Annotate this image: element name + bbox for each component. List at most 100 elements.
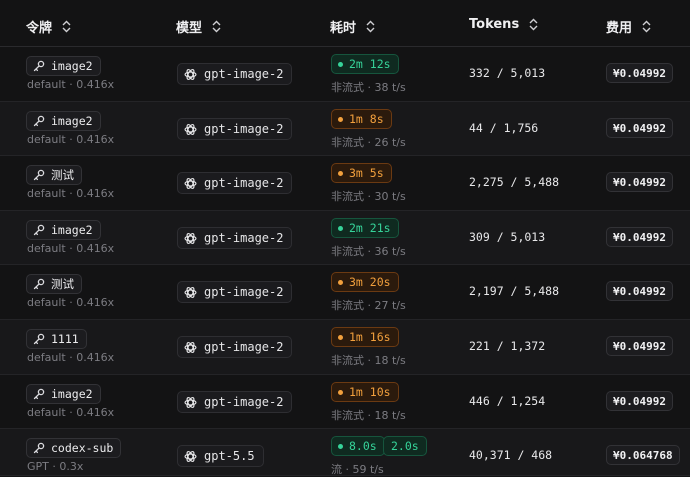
token-name: 1111 xyxy=(51,332,79,346)
cost-chip: ¥0.04992 xyxy=(606,281,673,301)
table-row[interactable]: image2 default · 0.416x gpt-image-2 1m 8s 非流… xyxy=(0,102,690,156)
model-chip[interactable]: gpt-image-2 xyxy=(177,63,293,85)
column-header-token-label: 令牌 xyxy=(26,21,53,36)
table-row[interactable]: 测试 default · 0.416x gpt-image-2 3m 20s 非流式 ·… xyxy=(0,265,690,320)
key-icon xyxy=(33,388,45,400)
tokens-value: 40,371 / 468 xyxy=(469,448,553,462)
token-name: 测试 xyxy=(51,277,74,291)
key-icon xyxy=(33,60,45,72)
first-token-badge: 2.0s xyxy=(383,436,427,456)
model-name: gpt-image-2 xyxy=(204,285,284,299)
speed-info: 非流式 · 38 t/s xyxy=(331,81,406,94)
model-name: gpt-image-2 xyxy=(204,67,284,81)
token-chip[interactable]: codex-sub xyxy=(26,438,122,458)
speed-info: 非流式 · 27 t/s xyxy=(331,299,406,312)
token-group: default · 0.416x xyxy=(27,242,115,255)
sort-icon[interactable] xyxy=(642,20,651,33)
sort-icon[interactable] xyxy=(529,18,538,31)
table-row[interactable]: image2 default · 0.416x gpt-image-2 2m 21s 非… xyxy=(0,211,690,265)
token-name: image2 xyxy=(51,59,93,73)
dot-icon xyxy=(338,116,343,122)
token-chip[interactable]: image2 xyxy=(26,56,101,76)
token-name: 测试 xyxy=(51,168,74,182)
key-icon xyxy=(33,278,45,290)
duration-badge: 3m 5s xyxy=(331,163,392,183)
cost-value: ¥0.04992 xyxy=(613,394,666,408)
duration-value: 2m 12s xyxy=(349,57,391,71)
column-header-duration[interactable]: 耗时 xyxy=(330,17,375,36)
key-icon xyxy=(33,224,45,236)
token-group: default · 0.416x xyxy=(27,187,115,200)
token-name: codex-sub xyxy=(51,441,114,455)
speed-info: 非流式 · 26 t/s xyxy=(331,136,406,149)
duration-badge: 1m 8s xyxy=(331,109,392,129)
model-name: gpt-image-2 xyxy=(204,176,284,190)
column-header-tokens-label: Tokens xyxy=(469,17,520,32)
model-chip[interactable]: gpt-image-2 xyxy=(177,391,293,413)
key-icon xyxy=(33,442,45,454)
speed-info: 非流式 · 18 t/s xyxy=(331,354,406,367)
column-header-cost[interactable]: 费用 xyxy=(606,17,651,36)
sort-icon[interactable] xyxy=(212,20,221,33)
table-row[interactable]: image2 default · 0.416x gpt-image-2 2m 12s 非… xyxy=(0,47,690,102)
token-group: default · 0.416x xyxy=(27,133,115,146)
token-chip[interactable]: image2 xyxy=(26,220,101,240)
duration-badge: 3m 20s xyxy=(331,272,399,292)
model-chip[interactable]: gpt-image-2 xyxy=(177,281,293,303)
cost-value: ¥0.04992 xyxy=(613,66,666,80)
duration-value: 3m 5s xyxy=(349,166,384,180)
duration-value: 1m 8s xyxy=(349,112,384,126)
token-chip[interactable]: image2 xyxy=(26,111,101,131)
sort-icon[interactable] xyxy=(366,20,375,33)
model-chip[interactable]: gpt-image-2 xyxy=(177,172,293,194)
first-token-value: 2.0s xyxy=(391,439,419,453)
openai-icon xyxy=(183,122,198,137)
speed-info: 非流式 · 30 t/s xyxy=(331,190,406,203)
token-group: default · 0.416x xyxy=(27,296,115,309)
cost-chip: ¥0.04992 xyxy=(606,336,673,356)
cost-value: ¥0.04992 xyxy=(613,284,666,298)
duration-badge: 2m 12s xyxy=(331,54,399,74)
cost-chip: ¥0.04992 xyxy=(606,63,673,83)
table-row[interactable]: 测试 default · 0.416x gpt-image-2 3m 5s 非流式 · … xyxy=(0,156,690,211)
column-header-tokens[interactable]: Tokens xyxy=(469,17,538,32)
token-chip[interactable]: image2 xyxy=(26,384,101,404)
cost-value: ¥0.04992 xyxy=(613,121,666,135)
cost-chip: ¥0.04992 xyxy=(606,172,673,192)
token-chip[interactable]: 测试 xyxy=(26,274,82,294)
table-header: 令牌 模型 耗时 Tokens 费用 xyxy=(0,0,690,47)
table-row[interactable]: codex-sub GPT · 0.3x gpt-5.5 8.0s 2.0s 流 · 59… xyxy=(0,429,690,476)
openai-icon xyxy=(183,285,198,300)
duration-badge: 1m 10s xyxy=(331,382,399,402)
column-header-model[interactable]: 模型 xyxy=(176,17,221,36)
model-chip[interactable]: gpt-5.5 xyxy=(177,445,264,467)
speed-info: 流 · 59 t/s xyxy=(331,463,384,476)
model-chip[interactable]: gpt-image-2 xyxy=(177,118,293,140)
duration-badge: 8.0s xyxy=(331,436,385,456)
table-row[interactable]: 1111 default · 0.416x gpt-image-2 1m 16s 非流式… xyxy=(0,320,690,375)
model-chip[interactable]: gpt-image-2 xyxy=(177,227,293,249)
openai-icon xyxy=(183,340,198,355)
duration-value: 8.0s xyxy=(349,439,377,453)
token-group: GPT · 0.3x xyxy=(27,460,84,473)
sort-icon[interactable] xyxy=(62,20,71,33)
token-chip[interactable]: 1111 xyxy=(26,329,87,349)
column-header-token[interactable]: 令牌 xyxy=(26,17,71,36)
token-chip[interactable]: 测试 xyxy=(26,165,82,185)
tokens-value: 221 / 1,372 xyxy=(469,339,546,353)
dot-icon xyxy=(338,334,343,340)
tokens-value: 332 / 5,013 xyxy=(469,66,546,80)
openai-icon xyxy=(183,231,198,246)
cost-chip: ¥0.04992 xyxy=(606,391,673,411)
duration-badge: 2m 21s xyxy=(331,218,399,238)
model-name: gpt-image-2 xyxy=(204,122,284,136)
tokens-value: 44 / 1,756 xyxy=(469,121,539,135)
cost-value: ¥0.04992 xyxy=(613,175,666,189)
cost-chip: ¥0.064768 xyxy=(606,445,680,465)
table-row[interactable]: image2 default · 0.416x gpt-image-2 1m 10s 非… xyxy=(0,375,690,429)
token-group: default · 0.416x xyxy=(27,78,115,91)
model-chip[interactable]: gpt-image-2 xyxy=(177,336,293,358)
openai-icon xyxy=(183,449,198,464)
duration-value: 3m 20s xyxy=(349,275,391,289)
dot-icon xyxy=(338,170,343,176)
